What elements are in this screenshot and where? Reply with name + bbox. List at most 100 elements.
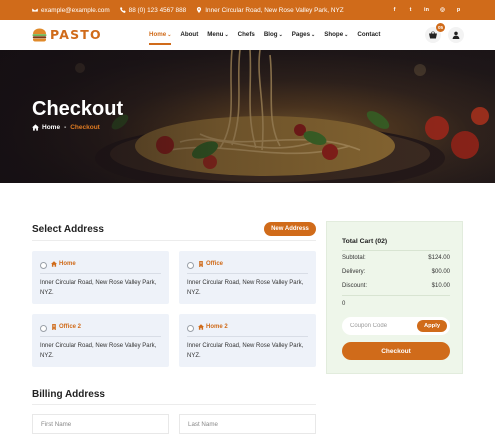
page-title: Checkout	[32, 98, 124, 120]
address-text: Inner Circular Road, New Rose Valley Par…	[187, 343, 304, 359]
address-card-office[interactable]: Office Inner Circular Road, New Rose Val…	[179, 251, 316, 304]
account-button[interactable]	[448, 27, 464, 43]
building-icon	[52, 324, 56, 330]
nav-item-about[interactable]: About	[180, 31, 198, 38]
first-name-field[interactable]: First Name	[32, 414, 169, 434]
pinterest-icon[interactable]: p	[454, 5, 463, 14]
address-card-divider	[187, 273, 308, 274]
billing-address-title: Billing Address	[32, 389, 105, 400]
address-card-divider	[40, 336, 161, 337]
new-address-button[interactable]: New Address	[264, 222, 316, 236]
checkout-button[interactable]: Checkout	[342, 342, 450, 360]
home-icon	[32, 124, 39, 131]
nav-item-label: Pages	[291, 31, 311, 38]
nav-item-label: Home	[149, 31, 167, 38]
address-label: Home 2	[198, 324, 228, 330]
phone-icon	[119, 7, 126, 13]
cart-divider	[342, 295, 450, 296]
mail-icon	[32, 8, 38, 12]
address-card-home-2[interactable]: Home 2 Inner Circular Road, New Rose Val…	[179, 314, 316, 367]
section-divider	[32, 240, 316, 241]
building-icon	[199, 261, 203, 267]
address-radio[interactable]	[40, 325, 47, 332]
breadcrumb-current: Checkout	[70, 124, 100, 131]
burger-logo-icon	[32, 28, 47, 41]
nav-item-shope[interactable]: Shope ⌄	[324, 31, 348, 38]
instagram-icon[interactable]: ◎	[438, 5, 447, 14]
breadcrumb-separator: -	[64, 124, 67, 131]
discount-row: Discount: $10.00	[342, 283, 450, 289]
cart-count-badge: 05	[436, 23, 445, 32]
nav-item-contact[interactable]: Contact	[357, 31, 380, 38]
nav-item-label: Contact	[357, 31, 381, 38]
address-card-divider	[187, 336, 308, 337]
delivery-value: $00.00	[431, 269, 450, 275]
address-text: Inner Circular Road, New Rose Valley Par…	[40, 280, 157, 296]
nav-item-chefs[interactable]: Chefs	[238, 31, 255, 38]
last-name-placeholder: Last Name	[188, 420, 218, 428]
topbar-address-text: Inner Circular Road, New Rose Valley Par…	[205, 6, 344, 14]
site-header: PASTO Home ⌄ About Menu ⌄ Chefs Blog ⌄ Page…	[0, 20, 495, 50]
active-nav-underline	[149, 43, 171, 45]
home-icon	[51, 261, 57, 267]
shopping-basket-icon	[429, 31, 437, 39]
coupon-form: Apply	[342, 317, 450, 335]
nav-item-home[interactable]: Home ⌄	[149, 31, 171, 38]
linkedin-icon[interactable]: in	[422, 5, 431, 14]
subtotal-row: Subtotal: $124.00	[342, 255, 450, 261]
chevron-down-icon: ⌄	[311, 31, 316, 38]
discount-value: $10.00	[431, 283, 450, 289]
facebook-icon[interactable]: f	[390, 5, 399, 14]
address-card-divider	[40, 273, 161, 274]
discount-label: Discount:	[342, 283, 368, 289]
nav-item-menu[interactable]: Menu ⌄	[207, 31, 228, 38]
subtotal-label: Subtotal:	[342, 255, 366, 261]
cart-summary: Total Cart (02) Subtotal: $124.00 Delive…	[326, 221, 463, 374]
section-divider	[32, 404, 316, 405]
twitter-icon[interactable]: t	[406, 5, 415, 14]
address-radio[interactable]	[187, 262, 194, 269]
topbar-phone[interactable]: 88 (0) 123 4567 888	[119, 7, 186, 14]
address-card-office-2[interactable]: Office 2 Inner Circular Road, New Rose V…	[32, 314, 169, 367]
cart-button[interactable]: 05	[425, 23, 445, 43]
main-nav: Home ⌄ About Menu ⌄ Chefs Blog ⌄ Pages ⌄ Sho…	[149, 31, 389, 45]
address-label-text: Office 2	[59, 324, 82, 330]
address-card-home[interactable]: Home Inner Circular Road, New Rose Valle…	[32, 251, 169, 304]
nav-item-pages[interactable]: Pages ⌄	[292, 31, 315, 38]
address-text: Inner Circular Road, New Rose Valley Par…	[40, 343, 157, 359]
last-name-field[interactable]: Last Name	[179, 414, 316, 434]
top-bar: example@example.com 88 (0) 123 4567 888 …	[0, 0, 495, 20]
address-label-text: Office	[206, 261, 224, 267]
topbar-address: Inner Circular Road, New Rose Valley Par…	[196, 6, 344, 14]
first-name-placeholder: First Name	[41, 420, 72, 428]
cart-total-value: 0	[342, 301, 346, 307]
cart-summary-title: Total Cart (02)	[342, 238, 388, 245]
chevron-down-icon: ⌄	[224, 31, 229, 38]
user-icon	[452, 31, 460, 39]
nav-item-label: Menu	[207, 31, 224, 38]
address-radio[interactable]	[187, 325, 194, 332]
nav-item-label: Chefs	[237, 31, 255, 38]
address-label-text: Home	[59, 261, 76, 267]
nav-item-blog[interactable]: Blog ⌄	[264, 31, 283, 38]
topbar-email[interactable]: example@example.com	[32, 7, 110, 14]
site-logo[interactable]: PASTO	[32, 27, 102, 42]
apply-coupon-button[interactable]: Apply	[417, 320, 447, 332]
chevron-down-icon: ⌄	[278, 31, 283, 38]
address-label: Home	[51, 261, 76, 267]
breadcrumb-home[interactable]: Home	[42, 124, 60, 131]
delivery-label: Delivery:	[342, 269, 366, 275]
topbar-email-text: example@example.com	[41, 6, 110, 14]
nav-item-label: Shope	[324, 31, 344, 38]
chevron-down-icon: ⌄	[344, 31, 349, 38]
delivery-row: Delivery: $00.00	[342, 269, 450, 275]
location-pin-icon	[197, 7, 202, 13]
nav-item-label: About	[180, 31, 199, 38]
address-text: Inner Circular Road, New Rose Valley Par…	[187, 280, 304, 296]
subtotal-value: $124.00	[428, 255, 450, 261]
coupon-input[interactable]	[342, 317, 412, 335]
chevron-down-icon: ⌄	[167, 31, 172, 38]
address-label: Office	[198, 261, 223, 267]
logo-text: PASTO	[50, 27, 102, 42]
address-radio[interactable]	[40, 262, 47, 269]
